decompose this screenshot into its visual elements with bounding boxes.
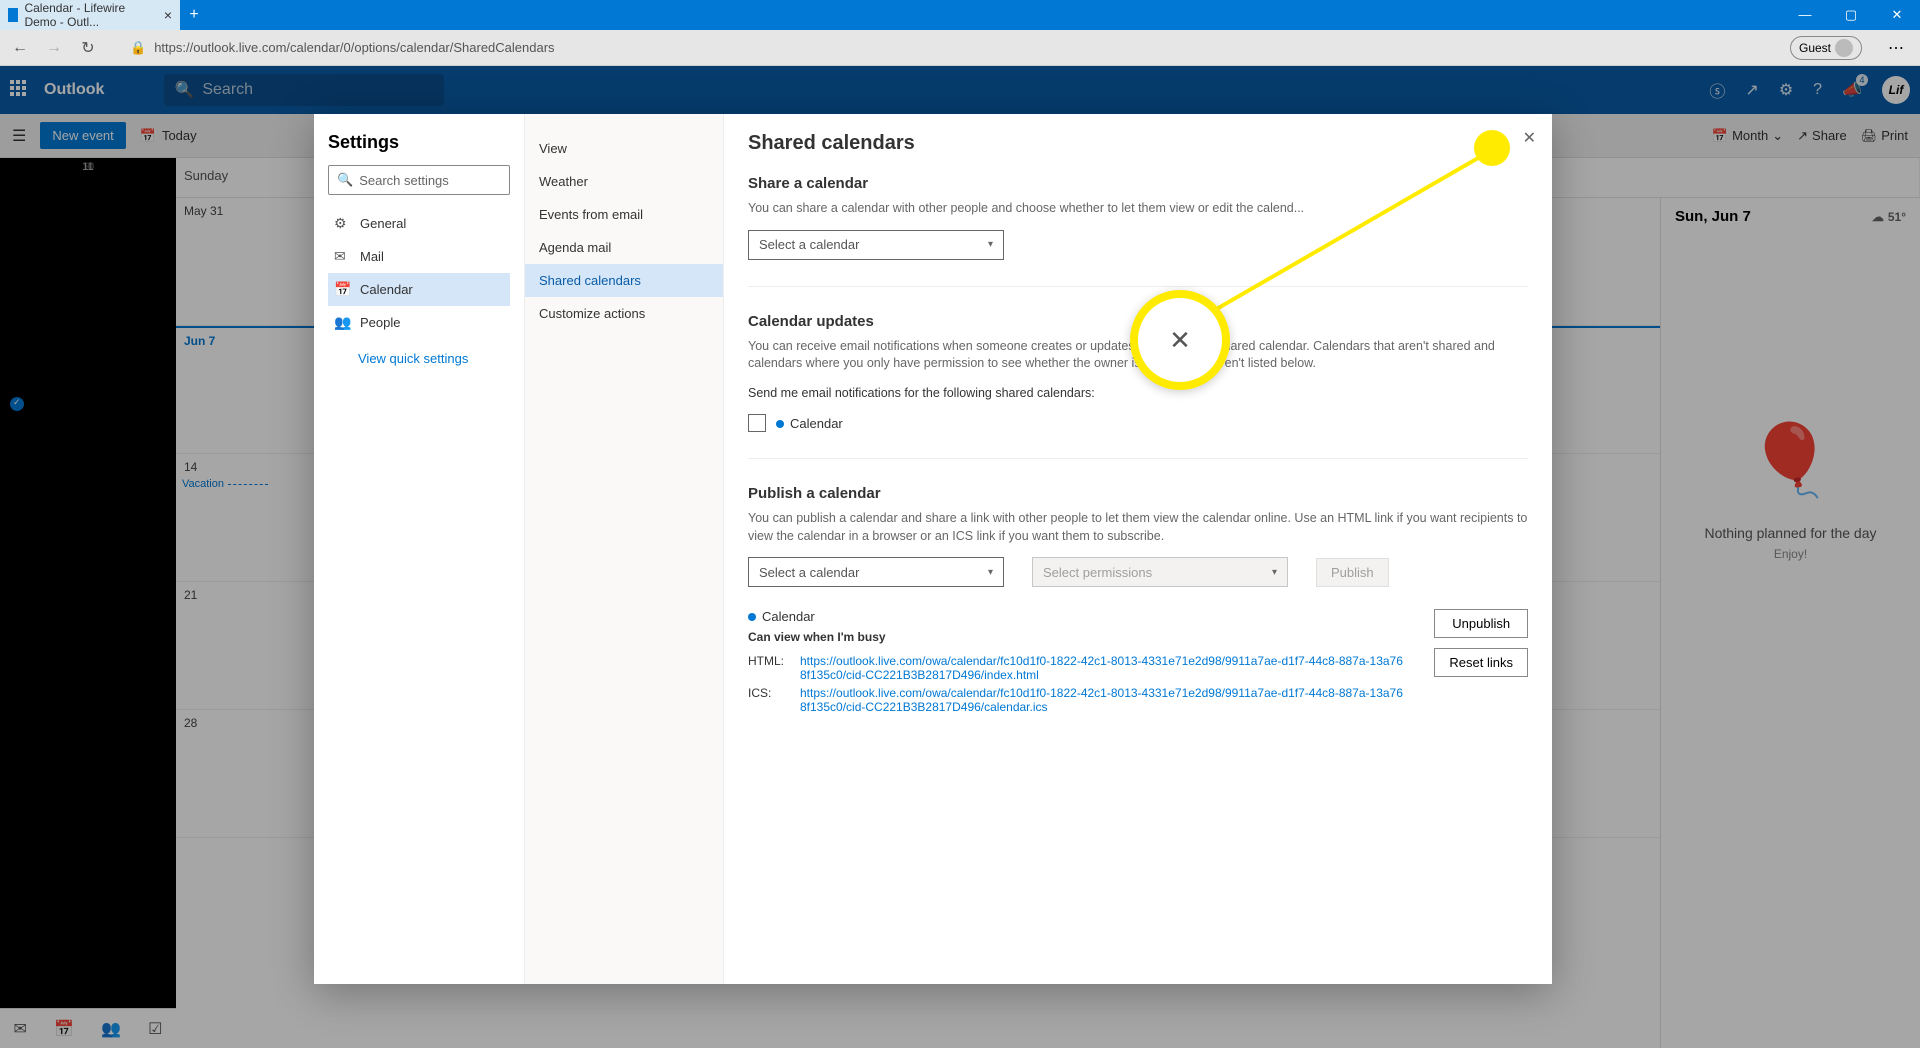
settings-nav-secondary: ViewWeatherEvents from emailAgenda mailS… — [524, 114, 724, 984]
window-close-icon[interactable]: ✕ — [1874, 7, 1920, 23]
reset-links-button[interactable]: Reset links — [1434, 648, 1528, 677]
settings-subnav-item[interactable]: Events from email — [525, 198, 723, 231]
chevron-down-icon: ▾ — [988, 239, 993, 250]
window-minimize-icon[interactable]: — — [1782, 7, 1828, 23]
annotation-circle: ✕ — [1130, 290, 1230, 390]
forward-button[interactable]: → — [42, 39, 66, 57]
tab-title: Calendar - Lifewire Demo - Outl... — [24, 1, 157, 29]
settings-nav-primary: Settings 🔍 Search settings ⚙General✉Mail… — [314, 114, 524, 984]
publish-permissions-select: Select permissions▾ — [1032, 557, 1288, 587]
nav-icon: 📅 — [334, 281, 350, 298]
browser-tab[interactable]: Calendar - Lifewire Demo - Outl... × — [0, 0, 180, 30]
settings-content: ✕ Shared calendars Share a calendar You … — [724, 114, 1552, 984]
settings-subnav-item[interactable]: Shared calendars — [525, 264, 723, 297]
calendar-color-dot — [776, 420, 784, 428]
calendar-color-dot — [748, 613, 756, 621]
settings-search-input[interactable]: 🔍 Search settings — [328, 165, 510, 195]
url-field[interactable]: 🔒 https://outlook.live.com/calendar/0/op… — [110, 40, 1780, 56]
chevron-down-icon: ▾ — [1272, 567, 1277, 578]
guest-avatar-icon — [1835, 39, 1853, 57]
browser-address-bar: ← → ↻ 🔒 https://outlook.live.com/calenda… — [0, 30, 1920, 66]
search-icon: 🔍 — [337, 172, 353, 188]
html-link[interactable]: https://outlook.live.com/owa/calendar/fc… — [800, 654, 1404, 682]
unpublish-button[interactable]: Unpublish — [1434, 609, 1528, 638]
ics-link[interactable]: https://outlook.live.com/owa/calendar/fc… — [800, 686, 1404, 714]
settings-nav-item[interactable]: ⚙General — [328, 207, 510, 240]
nav-icon: 👥 — [334, 314, 350, 331]
settings-nav-item[interactable]: 👥People — [328, 306, 510, 339]
url-text: https://outlook.live.com/calendar/0/opti… — [154, 40, 554, 55]
page-title: Shared calendars — [748, 132, 1528, 155]
new-tab-button[interactable]: + — [180, 6, 208, 24]
settings-nav-item[interactable]: 📅Calendar — [328, 273, 510, 306]
chevron-down-icon: ▾ — [988, 567, 993, 578]
tab-close-icon[interactable]: × — [164, 7, 172, 23]
settings-subnav-item[interactable]: Customize actions — [525, 297, 723, 330]
window-maximize-icon[interactable]: ▢ — [1828, 7, 1874, 23]
lock-icon: 🔒 — [130, 40, 146, 56]
browser-titlebar: Calendar - Lifewire Demo - Outl... × + —… — [0, 0, 1920, 30]
browser-menu-button[interactable]: ⋯ — [1880, 38, 1912, 58]
view-quick-settings-link[interactable]: View quick settings — [328, 351, 510, 366]
profile-button[interactable]: Guest — [1790, 36, 1862, 60]
tab-favicon — [8, 8, 18, 22]
refresh-button[interactable]: ↻ — [76, 38, 100, 58]
calendar-updates-checkbox[interactable] — [748, 414, 766, 432]
publish-calendar-select[interactable]: Select a calendar▾ — [748, 557, 1004, 587]
settings-modal: Settings 🔍 Search settings ⚙General✉Mail… — [314, 114, 1552, 984]
nav-icon: ✉ — [334, 248, 350, 265]
settings-subnav-item[interactable]: Agenda mail — [525, 231, 723, 264]
settings-title: Settings — [328, 132, 510, 153]
back-button[interactable]: ← — [8, 39, 32, 57]
close-icon[interactable]: ✕ — [1523, 128, 1536, 148]
publish-button: Publish — [1316, 558, 1389, 587]
settings-subnav-item[interactable]: Weather — [525, 165, 723, 198]
annotation-highlight-dot — [1474, 130, 1510, 166]
nav-icon: ⚙ — [334, 215, 350, 232]
share-calendar-select[interactable]: Select a calendar▾ — [748, 230, 1004, 260]
settings-nav-item[interactable]: ✉Mail — [328, 240, 510, 273]
settings-subnav-item[interactable]: View — [525, 132, 723, 165]
